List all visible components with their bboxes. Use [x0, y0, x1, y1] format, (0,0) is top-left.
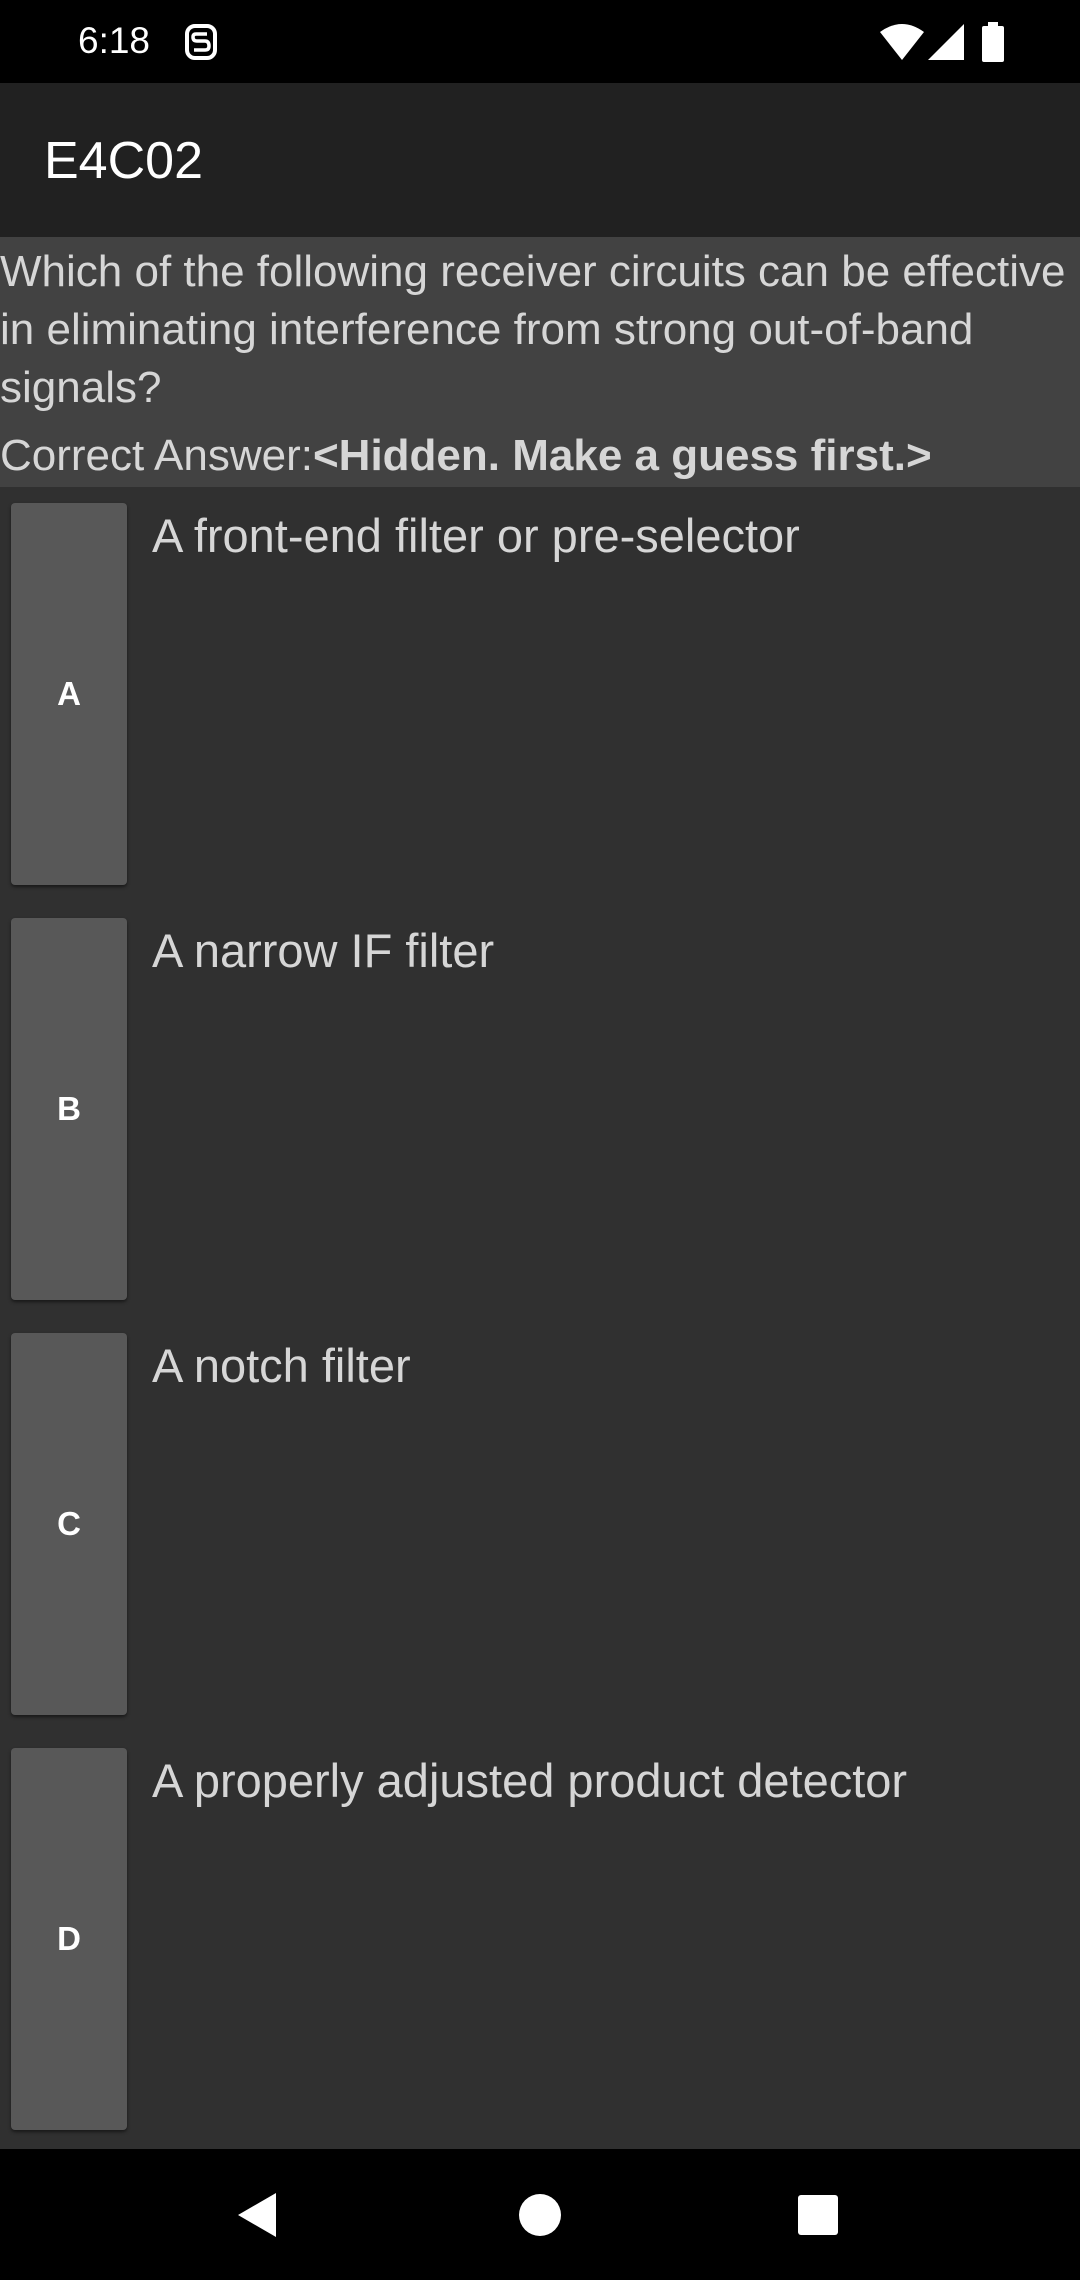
notification-s-icon — [185, 24, 217, 60]
cellular-signal-icon — [928, 24, 964, 60]
option-d-button[interactable]: D — [11, 1748, 127, 2130]
option-d: D A properly adjusted product detector — [0, 1732, 1080, 2146]
question-screen: Which of the following receiver circuits… — [0, 237, 1080, 2149]
option-c: C A notch filter — [0, 1317, 1080, 1731]
app-bar: E4C02 — [0, 83, 1080, 237]
question-block: Which of the following receiver circuits… — [0, 237, 1080, 487]
status-bar: 6:18 — [0, 0, 1080, 83]
correct-answer-value: <Hidden. Make a guess first.> — [312, 431, 932, 480]
question-text: Which of the following receiver circuits… — [0, 247, 1066, 412]
navigation-bar — [0, 2149, 1080, 2280]
wifi-icon — [880, 24, 924, 60]
option-d-text: A properly adjusted product detector — [152, 1754, 908, 1807]
recents-icon[interactable] — [797, 2194, 839, 2236]
option-b-button[interactable]: B — [11, 918, 127, 1300]
back-icon[interactable] — [236, 2191, 280, 2239]
status-time: 6:18 — [78, 20, 151, 61]
option-b-text: A narrow IF filter — [152, 924, 495, 977]
option-c-button[interactable]: C — [11, 1333, 127, 1715]
option-a-text: A front-end filter or pre-selector — [152, 509, 800, 562]
option-a-button[interactable]: A — [11, 503, 127, 885]
home-icon[interactable] — [518, 2193, 562, 2237]
page-title: E4C02 — [44, 132, 203, 190]
correct-answer-label: Correct Answer: — [0, 431, 313, 480]
option-a: A A front-end filter or pre-selector — [0, 487, 1080, 901]
option-b: B A narrow IF filter — [0, 902, 1080, 1316]
correct-answer-line: Correct Answer:<Hidden. Make a guess fir… — [0, 427, 932, 485]
option-c-text: A notch filter — [152, 1339, 411, 1392]
battery-icon — [982, 22, 1004, 62]
